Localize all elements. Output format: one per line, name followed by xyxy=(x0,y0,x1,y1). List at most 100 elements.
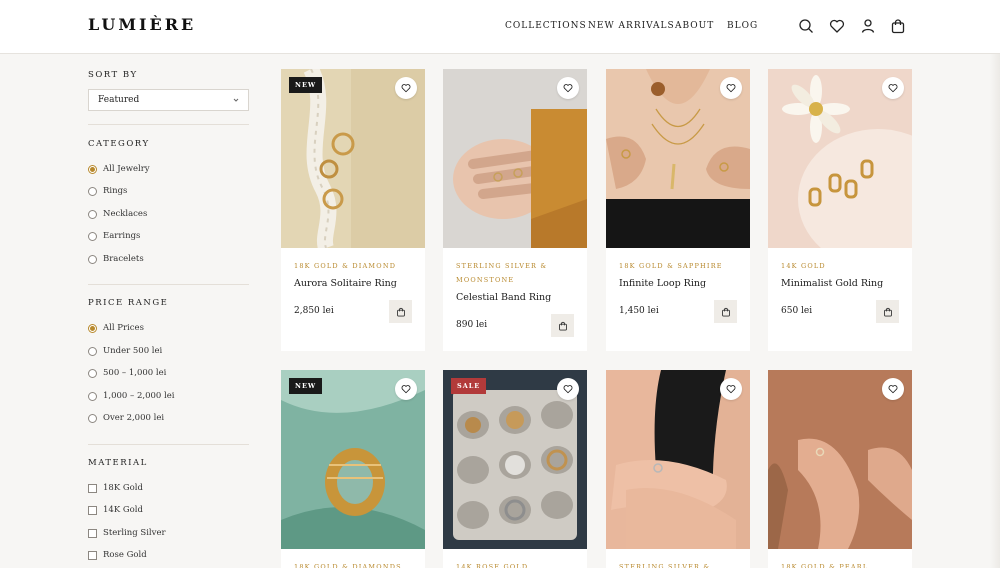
product-name[interactable]: Aurora Solitaire Ring xyxy=(294,278,397,289)
price-option-over-2000[interactable]: Over 2,000 lei xyxy=(88,411,164,425)
product-material: 18K GOLD & DIAMOND xyxy=(294,262,397,270)
radio[interactable] xyxy=(88,254,97,264)
radio-selected[interactable] xyxy=(88,323,97,333)
product-name[interactable]: Infinite Loop Ring xyxy=(619,278,706,289)
category-option-rings[interactable]: Rings xyxy=(88,184,127,198)
product-card[interactable]: 18K GOLD & PEARL xyxy=(768,370,912,568)
product-card[interactable]: STERLING SILVER & MOONSTONE Celestial Ba… xyxy=(443,69,587,351)
option-label: Necklaces xyxy=(103,209,148,219)
sort-select[interactable]: Featured xyxy=(88,89,249,111)
add-to-cart-bag-icon[interactable] xyxy=(876,300,899,323)
option-label: Rose Gold xyxy=(103,550,147,560)
product-card[interactable]: 14K GOLD Minimalist Gold Ring 650 lei xyxy=(768,69,912,351)
product-card[interactable]: STERLING SILVER & ONYX xyxy=(606,370,750,568)
price-option-1000-2000[interactable]: 1,000 – 2,000 lei xyxy=(88,389,175,403)
product-material: 18K GOLD & DIAMONDS xyxy=(294,563,402,568)
new-badge: NEW xyxy=(289,378,323,394)
divider xyxy=(88,284,249,285)
radio[interactable] xyxy=(88,186,97,196)
material-option-sterling-silver[interactable]: Sterling Silver xyxy=(88,526,166,540)
product-name[interactable]: Minimalist Gold Ring xyxy=(781,278,883,289)
product-material: STERLING SILVER & MOONSTONE xyxy=(456,262,548,284)
product-price: 890 lei xyxy=(456,320,488,330)
material-option-14k-gold[interactable]: 14K Gold xyxy=(88,503,143,517)
heart-icon[interactable] xyxy=(829,18,845,34)
category-option-bracelets[interactable]: Bracelets xyxy=(88,252,144,266)
nav-about[interactable]: ABOUT xyxy=(675,21,714,31)
wishlist-heart-icon[interactable] xyxy=(395,77,417,99)
material-option-rose-gold[interactable]: Rose Gold xyxy=(88,548,147,562)
checkbox[interactable] xyxy=(88,528,97,538)
divider xyxy=(88,124,249,125)
sale-badge: SALE xyxy=(451,378,487,394)
product-material: 18K GOLD & PEARL xyxy=(781,563,869,568)
product-card[interactable]: SALE 14K ROSE GOLD xyxy=(443,370,587,568)
category-option-necklaces[interactable]: Necklaces xyxy=(88,207,147,221)
nav-collections[interactable]: COLLECTIONS xyxy=(505,21,587,31)
radio[interactable] xyxy=(88,346,97,356)
radio[interactable] xyxy=(88,413,97,423)
product-name[interactable]: Celestial Band Ring xyxy=(456,292,551,303)
site-header: LUMIÈRE COLLECTIONS NEW ARRIVALS ABOUT B… xyxy=(0,0,1000,54)
option-label: 14K Gold xyxy=(103,505,143,515)
product-card[interactable]: 18K GOLD & SAPPHIRE Infinite Loop Ring 1… xyxy=(606,69,750,351)
radio[interactable] xyxy=(88,209,97,219)
price-option-500-1000[interactable]: 500 – 1,000 lei xyxy=(88,366,166,380)
price-range-title: PRICE RANGE xyxy=(88,298,169,308)
price-option-all[interactable]: All Prices xyxy=(88,321,144,335)
divider xyxy=(88,444,249,445)
category-option-all-jewelry[interactable]: All Jewelry xyxy=(88,162,150,176)
checkbox[interactable] xyxy=(88,483,97,493)
wishlist-heart-icon[interactable] xyxy=(720,77,742,99)
wishlist-heart-icon[interactable] xyxy=(882,378,904,400)
product-material: STERLING SILVER & ONYX xyxy=(619,563,711,568)
checkbox[interactable] xyxy=(88,505,97,515)
wishlist-heart-icon[interactable] xyxy=(395,378,417,400)
sort-title: SORT BY xyxy=(88,70,138,80)
nav-blog[interactable]: BLOG xyxy=(727,21,758,31)
add-to-cart-bag-icon[interactable] xyxy=(551,314,574,337)
category-title: CATEGORY xyxy=(88,139,150,149)
product-material: 14K GOLD xyxy=(781,262,826,270)
option-label: All Prices xyxy=(103,323,144,333)
material-title: MATERIAL xyxy=(88,458,148,468)
radio[interactable] xyxy=(88,391,97,401)
brand-logo[interactable]: LUMIÈRE xyxy=(88,15,196,34)
user-icon[interactable] xyxy=(860,18,876,34)
product-price: 2,850 lei xyxy=(294,306,334,316)
product-material: 18K GOLD & SAPPHIRE xyxy=(619,262,723,270)
scroll-edge xyxy=(990,54,1000,568)
wishlist-heart-icon[interactable] xyxy=(557,77,579,99)
chevron-down-icon xyxy=(233,98,239,102)
new-badge: NEW xyxy=(289,77,323,93)
radio[interactable] xyxy=(88,368,97,378)
product-price: 1,450 lei xyxy=(619,306,659,316)
option-label: Over 2,000 lei xyxy=(103,413,165,423)
option-label: Earrings xyxy=(103,231,141,241)
add-to-cart-bag-icon[interactable] xyxy=(714,300,737,323)
add-to-cart-bag-icon[interactable] xyxy=(389,300,412,323)
search-icon[interactable] xyxy=(798,18,814,34)
option-label: 1,000 – 2,000 lei xyxy=(103,391,175,401)
wishlist-heart-icon[interactable] xyxy=(557,378,579,400)
radio-selected[interactable] xyxy=(88,164,97,174)
option-label: All Jewelry xyxy=(103,164,150,174)
wishlist-heart-icon[interactable] xyxy=(882,77,904,99)
price-option-under-500[interactable]: Under 500 lei xyxy=(88,344,162,358)
sort-selected-value: Featured xyxy=(98,95,140,105)
product-card[interactable]: NEW 18K GOLD & DIAMONDS xyxy=(281,370,425,568)
option-label: 500 – 1,000 lei xyxy=(103,368,167,378)
option-label: Under 500 lei xyxy=(103,346,163,356)
product-card[interactable]: NEW 18K GOLD & DIAMOND Aurora Solitaire … xyxy=(281,69,425,351)
checkbox[interactable] xyxy=(88,550,97,560)
category-option-earrings[interactable]: Earrings xyxy=(88,229,140,243)
product-price: 650 lei xyxy=(781,306,813,316)
material-option-18k-gold[interactable]: 18K Gold xyxy=(88,481,143,495)
wishlist-heart-icon[interactable] xyxy=(720,378,742,400)
radio[interactable] xyxy=(88,231,97,241)
option-label: Rings xyxy=(103,186,128,196)
option-label: 18K Gold xyxy=(103,483,143,493)
nav-new-arrivals[interactable]: NEW ARRIVALS xyxy=(588,21,675,31)
shopping-bag-icon[interactable] xyxy=(890,18,906,34)
option-label: Sterling Silver xyxy=(103,528,166,538)
